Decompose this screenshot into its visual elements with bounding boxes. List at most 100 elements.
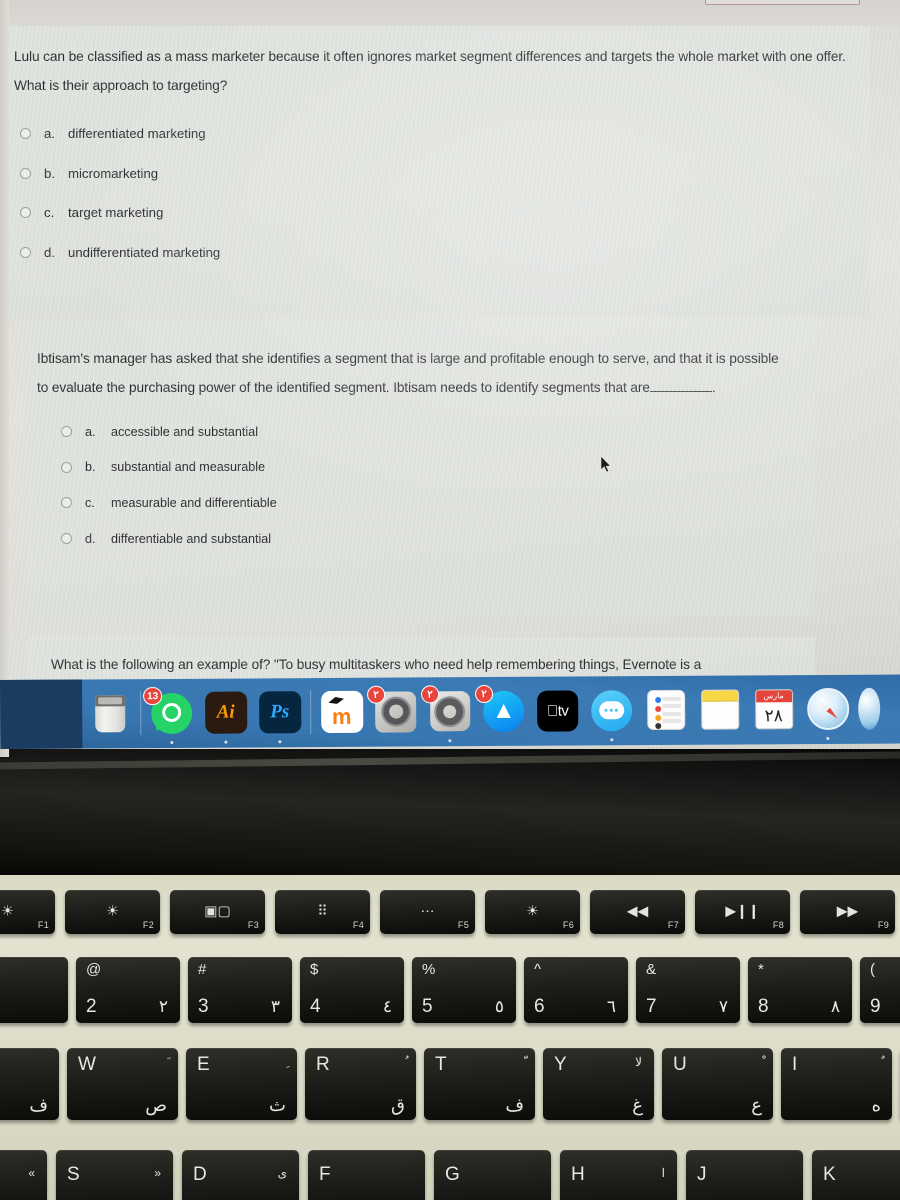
key-s[interactable]: S» — [56, 1150, 173, 1200]
dock-item-overflow[interactable] — [858, 685, 881, 732]
option-letter: a. — [85, 424, 96, 439]
key-f6[interactable]: ☀ F6 — [485, 890, 580, 934]
key-letter: H — [571, 1164, 585, 1185]
question-2-options: a. accessible and substantial b. substan… — [27, 414, 815, 556]
dock-item-safari[interactable] — [804, 685, 851, 740]
dock-item-calendar[interactable]: مارس ٢٨ — [750, 686, 797, 733]
key-f3[interactable]: ▣▢ F3 — [170, 890, 265, 934]
key-arabic-letter: ص — [145, 1095, 167, 1115]
dock-item-whatsapp[interactable]: 13 — [143, 686, 195, 744]
key-j[interactable]: J — [686, 1150, 803, 1200]
key-y[interactable]: Y ﻻ غ — [543, 1048, 654, 1120]
key-g[interactable]: G — [434, 1150, 551, 1200]
key-fn-label: F5 — [457, 920, 469, 930]
key-arabic-letter: ﺍ — [661, 1166, 665, 1180]
radio-icon[interactable] — [61, 533, 72, 545]
key-f8[interactable]: ▶❙❙ F8 — [695, 890, 790, 934]
question-card-1: Lulu can be classified as a mass markete… — [0, 26, 870, 318]
option-label: accessible and substantial — [111, 424, 259, 439]
key-arabic-number: ٧ — [718, 997, 728, 1016]
key-k[interactable]: K — [812, 1150, 900, 1200]
option-label: undifferentiated marketing — [68, 244, 221, 260]
dock-item-notes[interactable] — [696, 686, 743, 733]
key-arabic-letter: ى — [277, 1166, 287, 1180]
laptop-hinge — [0, 749, 900, 881]
option-row[interactable]: b. micromarketing — [0, 154, 870, 194]
partial-app-icon — [858, 687, 881, 730]
key-w[interactable]: Wَص — [67, 1048, 178, 1120]
option-row[interactable]: a. accessible and substantial — [27, 414, 815, 450]
key-f1[interactable]: ☀ F1 — [0, 890, 55, 934]
dock-item-photoshop[interactable]: Ps — [256, 689, 303, 743]
apple-tv-icon: tv — [537, 689, 579, 732]
key-arabic-letter: » — [154, 1166, 161, 1180]
key-i[interactable]: Iٌه — [781, 1048, 892, 1120]
key-a-partial[interactable]: « — [0, 1150, 47, 1200]
dock-item-app-store[interactable]: ٢ ▲ — [475, 684, 527, 734]
key-arabic-number: ٨ — [830, 997, 840, 1016]
running-indicator — [278, 739, 282, 743]
key-arabic-diacritic: ﻻ — [635, 1055, 642, 1069]
option-row[interactable]: a. differentiated marketing — [0, 114, 870, 154]
key-t[interactable]: Tّف — [424, 1048, 535, 1120]
radio-icon[interactable] — [61, 461, 72, 473]
dock-item-system-settings-alt[interactable]: ٢ — [367, 685, 419, 735]
brightness-down-icon: ☀ — [1, 902, 14, 919]
key-h[interactable]: Hﺍ — [560, 1150, 677, 1200]
answer-blank — [649, 391, 712, 392]
key-8[interactable]: * 8 ٨ — [748, 957, 852, 1023]
radio-icon[interactable] — [61, 426, 72, 438]
radio-icon[interactable] — [20, 207, 31, 219]
option-row[interactable]: d. differentiable and substantial — [27, 521, 815, 557]
key-number: 2 — [86, 996, 97, 1017]
dock-item-system-settings[interactable]: ٢ — [421, 684, 473, 742]
key-3[interactable]: #3 ٣ — [188, 957, 292, 1023]
key-1-partial[interactable] — [0, 957, 68, 1023]
key-6[interactable]: ^ 6 ٦ — [524, 957, 628, 1023]
option-row[interactable]: c. target marketing — [0, 193, 870, 233]
dock-item-moodle[interactable]: m — [318, 688, 365, 735]
launchpad-icon: ⠿ — [317, 902, 328, 919]
running-indicator — [610, 737, 614, 741]
radio-icon[interactable] — [20, 167, 31, 179]
key-f7[interactable]: ◀◀ F7 — [590, 890, 685, 934]
key-f9[interactable]: ▶▶ F9 — [800, 890, 895, 934]
option-row[interactable]: b. substantial and measurable — [27, 450, 815, 486]
key-5[interactable]: % 5 ٥ — [412, 957, 516, 1023]
key-f2[interactable]: ☀ F2 — [65, 890, 160, 934]
key-letter: J — [697, 1164, 707, 1185]
key-7[interactable]: & 7 ٧ — [636, 957, 740, 1023]
key-letter: I — [792, 1054, 798, 1075]
dock-item-trash[interactable] — [86, 690, 133, 737]
radio-icon[interactable] — [20, 246, 31, 258]
moodle-icon: m — [320, 690, 363, 734]
trash-icon — [94, 694, 125, 732]
dock-item-illustrator[interactable]: Ai — [202, 689, 249, 744]
key-f[interactable]: F — [308, 1150, 425, 1200]
key-f4[interactable]: ⠿ F4 — [275, 890, 370, 934]
key-f5[interactable]: ⋯ F5 — [380, 890, 475, 934]
key-d[interactable]: Dى — [182, 1150, 299, 1200]
option-row[interactable]: d. undifferentiated marketing — [0, 233, 870, 273]
key-number: 6 — [534, 996, 545, 1017]
keyboard-function-row: ☀ F1 ☀ F2 ▣▢ F3 ⠿ F4 ⋯ F5 ☀ F6 ◀◀ F7 ▶❙❙ F8 ▶▶ F9 — [0, 890, 900, 934]
key-9[interactable]: (9٩ — [860, 957, 900, 1023]
option-row[interactable]: c. measurable and differentiable — [27, 485, 815, 521]
key-symbol: % — [422, 961, 436, 978]
key-u[interactable]: Uْع — [662, 1048, 773, 1120]
key-e[interactable]: Eِث — [186, 1048, 297, 1120]
key-arabic-letter: « — [28, 1166, 35, 1180]
option-label: micromarketing — [68, 165, 159, 181]
dock-item-reminders[interactable] — [642, 686, 689, 733]
dock-item-apple-tv[interactable]: tv — [534, 687, 581, 734]
dock-item-messages[interactable]: ••• — [588, 687, 635, 741]
radio-icon[interactable] — [20, 128, 31, 140]
running-indicator — [448, 738, 452, 742]
radio-icon[interactable] — [61, 497, 72, 509]
key-4[interactable]: $4 ٤ — [300, 957, 404, 1023]
key-r[interactable]: Rُق — [305, 1048, 416, 1120]
key-letter: R — [316, 1054, 330, 1075]
key-fn-label: F3 — [247, 920, 259, 930]
key-q-partial[interactable]: ف — [0, 1048, 59, 1120]
key-2[interactable]: @2 ٢ — [76, 957, 180, 1023]
